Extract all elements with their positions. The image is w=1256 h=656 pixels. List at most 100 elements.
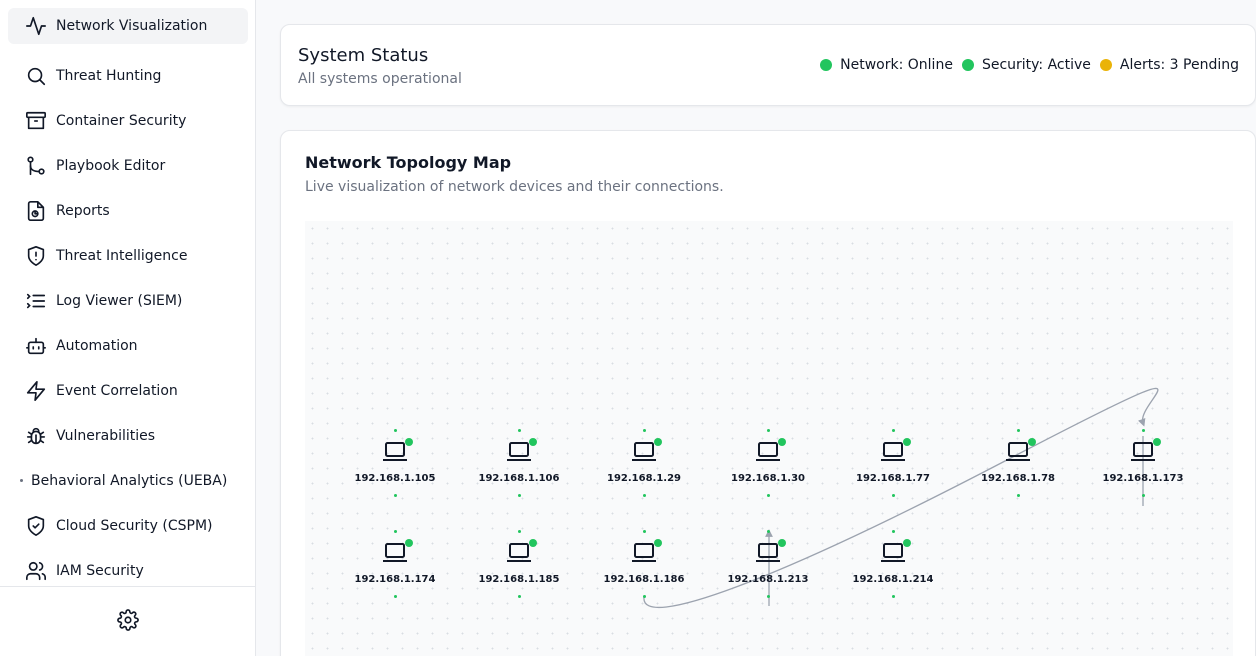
network-node[interactable]: 192.168.1.174 [350, 530, 440, 600]
network-node[interactable]: 192.168.1.30 [723, 429, 813, 499]
node-handle-top[interactable] [643, 429, 646, 432]
sidebar-item-event-correlation[interactable]: Event Correlation [8, 368, 248, 413]
system-status-card: System Status All systems operational Ne… [280, 24, 1256, 106]
git-branch-icon [24, 154, 48, 178]
node-handle-top[interactable] [1142, 429, 1145, 432]
node-handle-bottom[interactable] [643, 595, 646, 598]
online-status-dot [778, 539, 786, 547]
node-ip-label: 192.168.1.185 [478, 574, 560, 585]
sidebar-item-label: Threat Hunting [56, 67, 162, 84]
archive-icon [24, 109, 48, 133]
network-node[interactable]: 192.168.1.77 [848, 429, 938, 499]
node-handle-bottom[interactable] [892, 494, 895, 497]
network-node[interactable]: 192.168.1.213 [723, 530, 813, 600]
online-status-dot [903, 438, 911, 446]
node-handle-top[interactable] [1017, 429, 1020, 432]
sidebar-item-label: Cloud Security (CSPM) [56, 517, 213, 534]
node-handle-top[interactable] [518, 530, 521, 533]
node-ip-label: 192.168.1.213 [727, 574, 809, 585]
network-node[interactable]: 192.168.1.185 [474, 530, 564, 600]
sidebar-item-label: Behavioral Analytics (UEBA) [31, 472, 228, 489]
node-ip-label: 192.168.1.30 [730, 473, 806, 484]
sidebar-item-cloud-security[interactable]: Cloud Security (CSPM) [8, 503, 248, 548]
sidebar-item-label: Threat Intelligence [56, 247, 188, 264]
sidebar-item-threat-intelligence[interactable]: Threat Intelligence [8, 233, 248, 278]
node-handle-top[interactable] [892, 530, 895, 533]
node-handle-top[interactable] [767, 429, 770, 432]
node-handle-bottom[interactable] [767, 595, 770, 598]
node-handle-bottom[interactable] [767, 494, 770, 497]
online-status-dot [654, 438, 662, 446]
zap-icon [24, 379, 48, 403]
online-status-dot [903, 539, 911, 547]
sidebar-item-label: Log Viewer (SIEM) [56, 292, 183, 309]
sidebar-footer [0, 586, 256, 656]
security-status-indicator: Security: Active [961, 57, 1091, 73]
sidebar-item-behavioral-analytics[interactable]: Behavioral Analytics (UEBA) [8, 458, 248, 503]
network-node[interactable]: 192.168.1.214 [848, 530, 938, 600]
topology-subtitle: Live visualization of network devices an… [305, 179, 724, 195]
sidebar-item-automation[interactable]: Automation [8, 323, 248, 368]
app-root: Network Visualization Threat Hunting Con… [0, 0, 1256, 656]
node-handle-top[interactable] [767, 530, 770, 533]
node-ip-label: 192.168.1.29 [606, 473, 682, 484]
alerts-status-indicator: Alerts: 3 Pending [1099, 57, 1239, 73]
sidebar-item-label: Reports [56, 202, 110, 219]
search-icon [24, 64, 48, 88]
sidebar-item-log-viewer[interactable]: Log Viewer (SIEM) [8, 278, 248, 323]
node-handle-bottom[interactable] [394, 595, 397, 598]
sidebar-item-threat-hunting[interactable]: Threat Hunting [8, 53, 248, 98]
status-indicators: Network: Online Security: Active Alerts:… [811, 57, 1239, 73]
status-subtitle: All systems operational [298, 71, 462, 87]
network-node[interactable]: 192.168.1.173 [1098, 429, 1188, 499]
node-handle-top[interactable] [518, 429, 521, 432]
sidebar-item-container-security[interactable]: Container Security [8, 98, 248, 143]
online-status-dot [405, 438, 413, 446]
node-handle-top[interactable] [643, 530, 646, 533]
node-handle-bottom[interactable] [1142, 494, 1145, 497]
node-handle-bottom[interactable] [394, 494, 397, 497]
sidebar-item-label: Event Correlation [56, 382, 178, 399]
node-ip-label: 192.168.1.105 [354, 473, 436, 484]
node-handle-bottom[interactable] [892, 595, 895, 598]
list-icon [24, 289, 48, 313]
network-node[interactable]: 192.168.1.78 [973, 429, 1063, 499]
sidebar-item-network-visualization[interactable]: Network Visualization [8, 8, 248, 44]
file-chart-icon [24, 199, 48, 223]
sidebar: Network Visualization Threat Hunting Con… [0, 0, 256, 656]
users-icon [24, 559, 48, 583]
topology-title: Network Topology Map [305, 153, 512, 172]
network-node[interactable]: 192.168.1.186 [599, 530, 689, 600]
sidebar-item-vulnerabilities[interactable]: Vulnerabilities [8, 413, 248, 458]
status-dot [961, 59, 974, 71]
network-node[interactable]: 192.168.1.106 [474, 429, 564, 499]
node-ip-label: 192.168.1.106 [478, 473, 560, 484]
node-handle-top[interactable] [892, 429, 895, 432]
node-handle-bottom[interactable] [1017, 494, 1020, 497]
node-handle-bottom[interactable] [518, 595, 521, 598]
sidebar-item-label: Playbook Editor [56, 157, 166, 174]
network-status-indicator: Network: Online [820, 57, 953, 73]
sidebar-item-label: Network Visualization [56, 18, 208, 34]
sidebar-item-label: Automation [56, 337, 138, 354]
sidebar-item-reports[interactable]: Reports [8, 188, 248, 233]
sidebar-nav: Network Visualization Threat Hunting Con… [8, 8, 248, 593]
network-topology-card: Network Topology Map Live visualization … [280, 130, 1256, 656]
node-handle-top[interactable] [394, 530, 397, 533]
node-handle-top[interactable] [394, 429, 397, 432]
node-handle-bottom[interactable] [643, 494, 646, 497]
sidebar-item-label: Container Security [56, 112, 187, 129]
online-status-dot [405, 539, 413, 547]
activity-icon [24, 14, 48, 38]
topology-canvas[interactable]: 192.168.1.105 192.168.1.106 192.168.1.29 19… [305, 221, 1233, 656]
shield-check-icon [24, 514, 48, 538]
online-status-dot [778, 438, 786, 446]
node-handle-bottom[interactable] [518, 494, 521, 497]
network-node[interactable]: 192.168.1.29 [599, 429, 689, 499]
sidebar-item-playbook-editor[interactable]: Playbook Editor [8, 143, 248, 188]
bot-icon [24, 334, 48, 358]
shield-alert-icon [24, 244, 48, 268]
online-status-dot [654, 539, 662, 547]
network-node[interactable]: 192.168.1.105 [350, 429, 440, 499]
settings-icon[interactable] [117, 608, 139, 635]
